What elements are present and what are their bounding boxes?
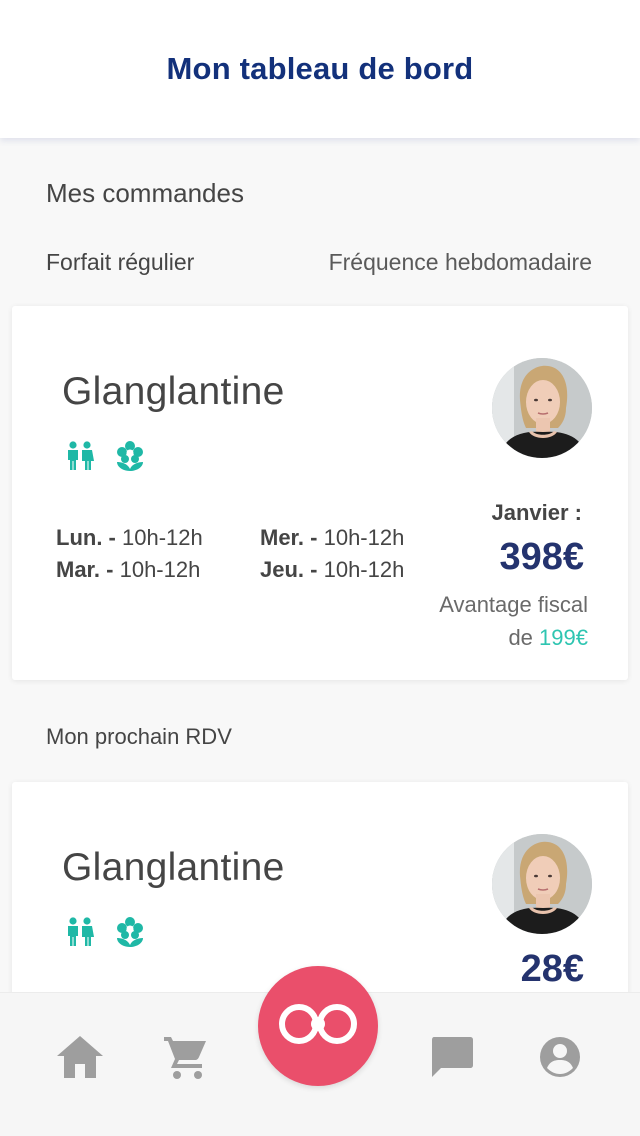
service-icons <box>64 916 146 948</box>
logo-button[interactable] <box>258 966 378 1086</box>
schedule-day: Mer. - <box>260 525 318 550</box>
schedule-hours: 10h-12h <box>323 525 405 550</box>
monthly-price: 398€ <box>499 536 584 578</box>
schedule-row: Lun. - 10h-12h <box>56 522 203 554</box>
schedule-col-2: Mer. - 10h-12h Jeu. - 10h-12h <box>260 522 404 586</box>
schedule-row: Jeu. - 10h-12h <box>260 554 404 586</box>
home-icon <box>55 1034 105 1085</box>
plan-label: Forfait régulier <box>46 249 195 275</box>
schedule-row: Mer. - 10h-12h <box>260 522 404 554</box>
avatar <box>492 358 592 458</box>
schedule-col-1: Lun. - 10h-12h Mar. - 10h-12h <box>56 522 203 586</box>
infinity-logo-icon <box>276 1002 360 1051</box>
schedule-hours: 10h-12h <box>122 525 203 550</box>
fiscal-amount-line: de 199€ <box>368 621 588 654</box>
fiscal-advantage: Avantage fiscal de 199€ <box>368 588 588 654</box>
schedule-day: Jeu. - <box>260 557 318 582</box>
order-card[interactable]: Glanglantine Lun. - 10h-12h Mar. - 10h-1… <box>12 306 628 680</box>
flower-icon <box>114 916 146 948</box>
service-icons <box>64 440 146 472</box>
page-title: Mon tableau de bord <box>166 51 474 86</box>
schedule-row: Mar. - 10h-12h <box>56 554 203 586</box>
avatar <box>492 834 592 934</box>
tab-home[interactable] <box>54 1033 106 1085</box>
tab-account[interactable] <box>534 1033 586 1085</box>
appointment-price: 28€ <box>520 948 584 990</box>
tab-messages[interactable] <box>426 1033 478 1085</box>
schedule-hours: 10h-12h <box>323 557 405 582</box>
tab-cart[interactable] <box>160 1033 212 1085</box>
chat-icon <box>430 1035 474 1084</box>
next-appointment-title: Mon prochain RDV <box>46 724 232 749</box>
month-label: Janvier : <box>491 500 583 525</box>
provider-name: Glanglantine <box>62 846 285 889</box>
cart-icon <box>162 1033 210 1086</box>
provider-name: Glanglantine <box>62 370 285 413</box>
flower-icon <box>114 440 146 472</box>
orders-section-title: Mes commandes <box>46 178 244 208</box>
schedule-hours: 10h-12h <box>119 557 201 582</box>
children-icon <box>64 440 96 472</box>
schedule-day: Lun. - <box>56 525 116 550</box>
account-icon <box>538 1035 582 1084</box>
frequency-label: Fréquence hebdomadaire <box>328 249 592 275</box>
fiscal-amount: 199€ <box>539 625 588 650</box>
app-header: Mon tableau de bord <box>0 0 640 138</box>
fiscal-prefix: de <box>508 625 533 650</box>
schedule-day: Mar. - <box>56 557 114 582</box>
children-icon <box>64 916 96 948</box>
fiscal-text: Avantage fiscal <box>439 592 588 617</box>
